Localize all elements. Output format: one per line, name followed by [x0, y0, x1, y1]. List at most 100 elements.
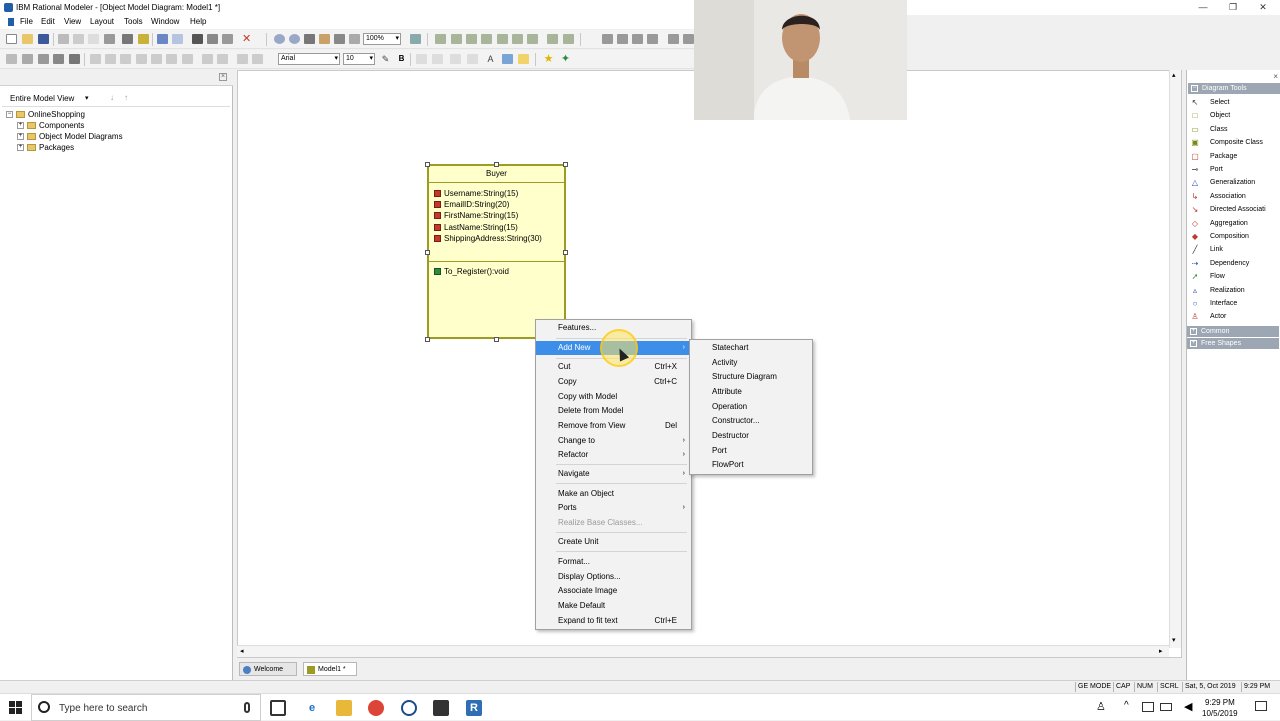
- scroll-up-icon[interactable]: ▴: [1172, 71, 1176, 79]
- operation-row[interactable]: To_Register():void: [434, 266, 509, 277]
- menu-item-make-an-object[interactable]: Make an Object: [536, 487, 691, 501]
- menu-item-make-default[interactable]: Make Default: [536, 599, 691, 613]
- menu-file[interactable]: File: [20, 17, 33, 26]
- menu-item-copy[interactable]: Copy Ctrl+C: [536, 375, 691, 389]
- scroll-down-icon[interactable]: ▾: [1172, 636, 1176, 644]
- align-middle-icon[interactable]: [497, 34, 508, 44]
- find-icon[interactable]: [192, 34, 203, 44]
- menu-item-change-to[interactable]: Change to ›: [536, 434, 691, 448]
- tool-link[interactable]: ╱ Link: [1186, 243, 1279, 256]
- task-view-icon[interactable]: [270, 700, 286, 716]
- save-icon[interactable]: [38, 34, 49, 44]
- taskbar-search[interactable]: Type here to search: [31, 694, 261, 721]
- rational-modeler-icon[interactable]: R: [466, 700, 482, 716]
- align-center-icon[interactable]: [451, 34, 462, 44]
- menu-window[interactable]: Window: [151, 17, 179, 26]
- tool-interface[interactable]: ○ Interface: [1186, 297, 1279, 310]
- window-icon[interactable]: [602, 34, 613, 44]
- pan-icon[interactable]: [319, 34, 330, 44]
- tree-item-packages[interactable]: + Packages: [17, 142, 74, 153]
- arrow-down-icon[interactable]: ↓: [110, 93, 114, 102]
- submenu-item-attribute[interactable]: Attribute: [690, 385, 812, 399]
- output-icon[interactable]: [668, 34, 679, 44]
- tool-port[interactable]: ⊸ Port: [1186, 163, 1279, 176]
- tree-item-onlineshopping[interactable]: − OnlineShopping: [6, 109, 85, 120]
- same-size-icon[interactable]: [563, 34, 574, 44]
- add-icon[interactable]: ✦: [560, 54, 571, 65]
- tree-item-components[interactable]: + Components: [17, 120, 84, 131]
- resize-handle[interactable]: [563, 162, 568, 167]
- locate-icon[interactable]: [207, 34, 218, 44]
- page-icon[interactable]: [53, 54, 64, 64]
- bold-button[interactable]: B: [396, 54, 407, 64]
- volume-icon[interactable]: ◀: [1184, 700, 1192, 713]
- diagram-tools-header[interactable]: − Diagram Tools: [1188, 83, 1280, 94]
- tool-dependency[interactable]: ⇢ Dependency: [1186, 257, 1279, 270]
- tool-aggregation[interactable]: ◇ Aggregation: [1186, 217, 1279, 230]
- minimize-button[interactable]: —: [1196, 2, 1210, 12]
- menu-layout[interactable]: Layout: [90, 17, 114, 26]
- grid-icon[interactable]: [6, 54, 17, 64]
- stop-icon[interactable]: ✕: [242, 34, 253, 45]
- expand-icon[interactable]: +: [17, 122, 24, 130]
- tool-object[interactable]: □ Object: [1186, 109, 1279, 122]
- tool-directed-associati[interactable]: ↘ Directed Associati: [1186, 203, 1279, 216]
- notifications-icon[interactable]: [1255, 701, 1267, 711]
- menu-item-navigate[interactable]: Navigate ›: [536, 467, 691, 481]
- menu-view[interactable]: View: [64, 17, 81, 26]
- menu-edit[interactable]: Edit: [41, 17, 55, 26]
- vertical-scrollbar[interactable]: ▴ ▾: [1169, 70, 1181, 648]
- redo-icon[interactable]: [172, 34, 183, 44]
- copy-icon[interactable]: [73, 34, 84, 44]
- submenu-item-port[interactable]: Port: [690, 444, 812, 458]
- menu-item-remove-from-view[interactable]: Remove from View Del: [536, 419, 691, 433]
- submenu-item-operation[interactable]: Operation: [690, 400, 812, 414]
- tool-select[interactable]: ↖ Select: [1186, 96, 1279, 109]
- align-bottom-icon[interactable]: [512, 34, 523, 44]
- chevron-up-icon[interactable]: ^: [1124, 700, 1129, 711]
- tab-model1[interactable]: Model1 *: [303, 662, 357, 676]
- menu-tools[interactable]: Tools: [124, 17, 143, 26]
- layout-icon[interactable]: [410, 34, 421, 44]
- resize-handle[interactable]: [425, 337, 430, 342]
- horizontal-scrollbar[interactable]: ◂ ▸: [237, 645, 1169, 657]
- tool-composite-class[interactable]: ▣ Composite Class: [1186, 136, 1279, 149]
- zoom-select[interactable]: 100% ▾: [363, 33, 401, 45]
- zoom-fit-icon[interactable]: [304, 34, 315, 44]
- expand-icon[interactable]: +: [17, 133, 24, 141]
- common-header[interactable]: + Common: [1187, 326, 1279, 337]
- free-shapes-header[interactable]: + Free Shapes: [1187, 338, 1279, 349]
- connector-icon[interactable]: [69, 54, 80, 64]
- tool-generalization[interactable]: △ Generalization: [1186, 176, 1279, 189]
- arrow-up-icon[interactable]: ↑: [124, 93, 128, 102]
- submenu-item-statechart[interactable]: Statechart: [690, 341, 812, 355]
- pen-icon[interactable]: ✎: [380, 54, 391, 64]
- cut-icon[interactable]: [58, 34, 69, 44]
- same-width-icon[interactable]: [527, 34, 538, 44]
- clock-date[interactable]: 10/5/2019: [1202, 709, 1238, 718]
- tool-association[interactable]: ↳ Association: [1186, 190, 1279, 203]
- close-button[interactable]: ✕: [1256, 2, 1270, 13]
- file-explorer-icon[interactable]: [336, 700, 352, 716]
- submenu-item-destructor[interactable]: Destructor: [690, 429, 812, 443]
- restore-button[interactable]: ❐: [1226, 2, 1240, 13]
- open-icon[interactable]: [22, 34, 33, 44]
- tab-welcome[interactable]: Welcome to...: [239, 662, 297, 687]
- tool-actor[interactable]: ♙ Actor: [1186, 310, 1279, 323]
- attribute-row[interactable]: LastName:String(15): [434, 222, 518, 233]
- help-icon[interactable]: [138, 34, 149, 44]
- tool-composition[interactable]: ◆ Composition: [1186, 230, 1279, 243]
- attribute-row[interactable]: ShippingAddress:String(30): [434, 233, 542, 244]
- tile-icon[interactable]: [632, 34, 643, 44]
- menu-item-delete-from-model[interactable]: Delete from Model: [536, 404, 691, 418]
- edge-icon[interactable]: e: [304, 700, 320, 716]
- print-icon[interactable]: [122, 34, 133, 44]
- tool-class[interactable]: ▭ Class: [1186, 123, 1279, 136]
- font-size-select[interactable]: 10 ▾: [343, 53, 375, 65]
- menu-item-format[interactable]: Format...: [536, 555, 691, 569]
- attribute-row[interactable]: EmailID:String(20): [434, 199, 509, 210]
- submenu-item-constructor[interactable]: Constructor...: [690, 414, 812, 428]
- menu-item-expand-to-fit-text[interactable]: Expand to fit text Ctrl+E: [536, 614, 691, 628]
- star-icon[interactable]: ★: [543, 54, 554, 65]
- zoom-in-icon[interactable]: [274, 34, 285, 44]
